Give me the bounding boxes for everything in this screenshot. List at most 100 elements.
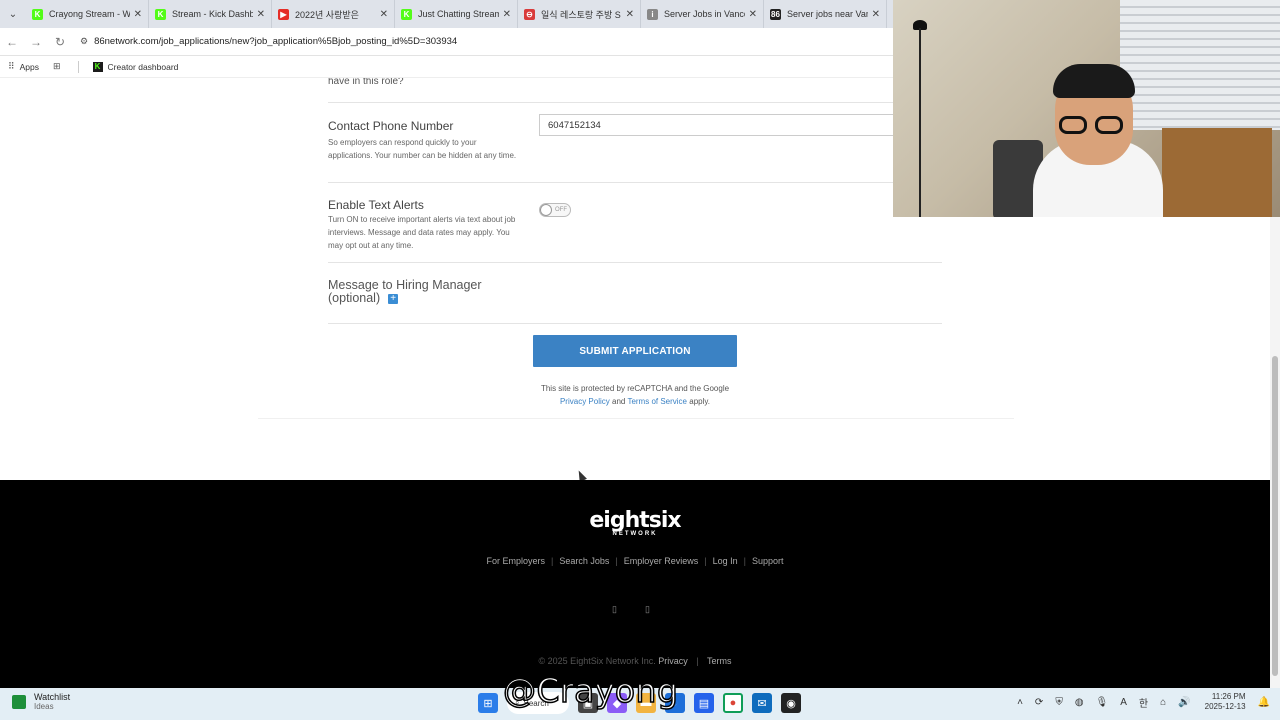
previous-field-label: have in this role? [328, 78, 404, 87]
url-field[interactable]: ⚙ 86network.com/job_applications/new?job… [80, 36, 457, 47]
submit-application-button[interactable]: SUBMIT APPLICATION [533, 335, 737, 367]
browser-tab[interactable]: ▶ 2022년 사랑받은 ✕ [272, 0, 395, 28]
tab-close-icon[interactable]: ✕ [134, 9, 142, 20]
tab-favicon-icon: 86 [770, 8, 781, 20]
url-text: 86network.com/job_applications/new?job_a… [94, 36, 458, 47]
system-tray: ˄ ⟳ ⛨ ◍ 🎙 A 한 ⌂ 🔊 11:26 PM 2025-12-13 🔔 [1005, 692, 1270, 712]
bookmark-creator-label: Creator dashboard [107, 61, 179, 72]
footer-link-separator: | [743, 556, 746, 566]
tab-close-icon[interactable]: ✕ [380, 9, 388, 20]
site-footer: eightsix NETWORK For Employers | Search Jo… [0, 480, 1270, 688]
scrollbar-thumb[interactable] [1272, 356, 1278, 676]
clock-time: 11:26 PM [1211, 692, 1246, 701]
site-info-icon[interactable]: ⚙ [80, 36, 88, 47]
footer-link-separator: | [551, 556, 554, 566]
tab-close-icon[interactable]: ✕ [626, 9, 634, 20]
tab-close-icon[interactable]: ✕ [503, 9, 511, 20]
windows-start-icon[interactable]: ⊞ [478, 693, 498, 713]
logo-main: eightsix [589, 508, 681, 533]
bookmark-apps-label: Apps [19, 61, 39, 72]
outlook-icon[interactable]: ✉ [752, 693, 772, 713]
eightsix-logo[interactable]: eightsix NETWORK [585, 508, 685, 537]
grid-icon: ⊞ [52, 61, 61, 71]
footer-separator: | [696, 656, 699, 666]
divider [328, 323, 942, 324]
browser-tab[interactable]: K Crayong Stream - Wa ✕ [26, 0, 149, 28]
person-hair [1053, 64, 1135, 98]
footer-link[interactable]: For Employers [486, 556, 545, 566]
footer-copyright: © 2025 EightSix Network Inc. Privacy | T… [0, 656, 1270, 666]
browser-tab[interactable]: 86 Server jobs near Vanc ✕ [764, 0, 887, 28]
tab-favicon-icon: K [155, 8, 166, 20]
forward-icon[interactable]: → [24, 30, 48, 54]
browser-tab[interactable]: K Stream - Kick Dashbo ✕ [149, 0, 272, 28]
chrome-icon[interactable]: ● [723, 693, 743, 713]
message-label[interactable]: Message to Hiring Manager (optional) + [328, 279, 482, 305]
tray-app-icon[interactable]: ⟳ [1035, 697, 1043, 708]
social-icon[interactable]: ▯ [612, 604, 617, 614]
store-icon[interactable]: ▤ [694, 693, 714, 713]
notification-icon[interactable]: 🔔 [1258, 697, 1270, 708]
copyright-text: © 2025 EightSix Network Inc. [538, 656, 656, 666]
footer-link[interactable]: Search Jobs [559, 556, 609, 566]
microphone-icon[interactable]: 🎙 [1096, 697, 1109, 708]
watchlist-widget[interactable]: Watchlist Ideas [12, 692, 70, 712]
terms-of-service-link[interactable]: Terms of Service [627, 397, 687, 406]
webcam-overlay [893, 0, 1280, 217]
browser-tab[interactable]: ⊖ 일식 레스토랑 주방 S ✕ [518, 0, 641, 28]
tray-vpn-icon[interactable]: ◍ [1075, 697, 1084, 708]
font-icon[interactable]: A [1120, 697, 1127, 708]
tab-title: Just Chatting Stream [418, 9, 499, 19]
obs-icon[interactable]: ◉ [781, 693, 801, 713]
bookmark-grid[interactable]: ⊞ [53, 61, 66, 72]
reload-icon[interactable]: ↻ [48, 30, 72, 54]
social-icon[interactable]: ▯ [645, 604, 650, 614]
tab-close-icon[interactable]: ✕ [749, 9, 757, 20]
text-alerts-label: Enable Text Alerts [328, 198, 424, 212]
text-alerts-toggle[interactable]: OFF [539, 203, 571, 217]
divider [328, 102, 942, 103]
browser-tab[interactable]: K Just Chatting Stream ✕ [395, 0, 518, 28]
footer-link[interactable]: Employer Reviews [624, 556, 699, 566]
tab-favicon-icon: ⊖ [524, 8, 535, 20]
tab-title: Crayong Stream - Wa [49, 9, 130, 19]
toggle-state: OFF [555, 207, 567, 213]
bookmark-apps[interactable]: ⠿ Apps [8, 61, 39, 72]
network-icon[interactable]: ⌂ [1160, 697, 1166, 708]
clock[interactable]: 11:26 PM 2025-12-13 [1205, 692, 1246, 712]
tab-title: Server Jobs in Vanco [664, 9, 745, 19]
tab-search-chevron-icon[interactable]: ⌄ [0, 0, 26, 28]
volume-icon[interactable]: 🔊 [1178, 697, 1190, 708]
footer-link[interactable]: Log In [713, 556, 738, 566]
tray-shield-icon[interactable]: ⛨ [1055, 697, 1063, 708]
divider [328, 262, 942, 263]
browser-tab[interactable]: i Server Jobs in Vanco ✕ [641, 0, 764, 28]
footer-link[interactable]: Support [752, 556, 784, 566]
footer-link-separator: | [615, 556, 618, 566]
expand-plus-icon[interactable]: + [388, 293, 399, 304]
tab-favicon-icon: K [401, 8, 412, 20]
phone-help: So employers can respond quickly to your… [328, 138, 517, 160]
tab-title: 일식 레스토랑 주방 S [541, 9, 621, 20]
recaptcha-apply: apply. [689, 397, 711, 406]
footer-privacy-link[interactable]: Privacy [658, 656, 688, 666]
recaptcha-and: and [612, 397, 626, 406]
tab-favicon-icon: ▶ [278, 8, 289, 20]
tray-expand-icon[interactable]: ˄ [1017, 697, 1023, 708]
back-icon[interactable]: ← [0, 30, 24, 54]
ime-icon[interactable]: 한 [1139, 695, 1148, 710]
bookmark-creator-dashboard[interactable]: K Creator dashboard [92, 61, 179, 72]
apps-grid-icon: ⠿ [8, 61, 15, 71]
bookmark-separator [77, 60, 79, 73]
text-alerts-help: Turn ON to receive important alerts via … [328, 215, 516, 250]
divider [328, 182, 942, 183]
bookshelf [1162, 128, 1272, 217]
phone-input[interactable]: 6047152134 [539, 114, 899, 136]
footer-terms-link[interactable]: Terms [707, 656, 732, 666]
clock-date: 2025-12-13 [1204, 702, 1246, 711]
tab-favicon-icon: i [647, 8, 658, 20]
privacy-policy-link[interactable]: Privacy Policy [560, 397, 610, 406]
kick-icon: K [92, 61, 103, 72]
tab-close-icon[interactable]: ✕ [872, 9, 880, 20]
tab-close-icon[interactable]: ✕ [257, 9, 265, 20]
